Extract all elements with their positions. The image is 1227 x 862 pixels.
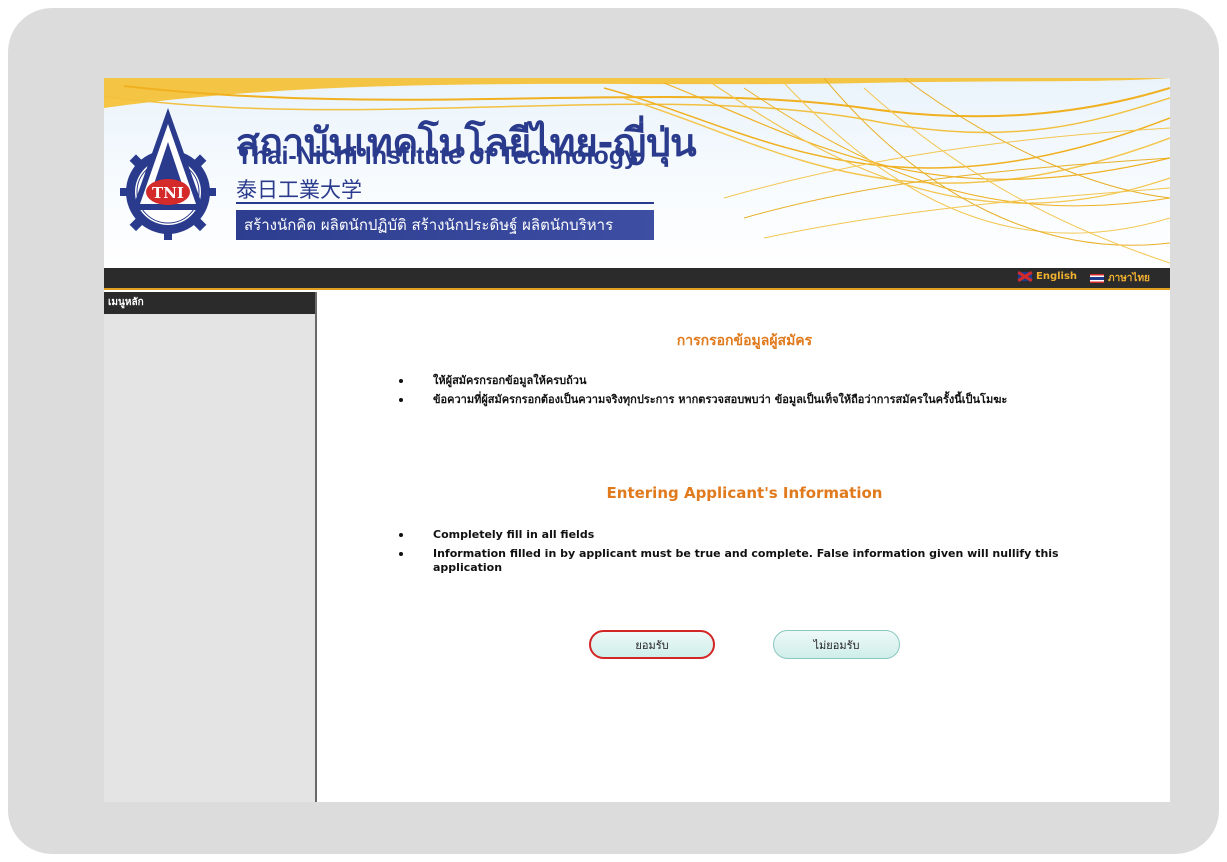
thai-label: ภาษาไทย bbox=[1108, 273, 1150, 284]
rules-list-english: Completely fill in all fields Informatio… bbox=[395, 528, 1075, 580]
thai-language-link[interactable]: ภาษาไทย bbox=[1090, 271, 1150, 286]
tni-logo-icon: TNI bbox=[120, 108, 216, 240]
header-banner: TNI สถาบันเทคโนโลยีไทย-ญี่ปุ่น Thai-Nich… bbox=[104, 78, 1170, 268]
page: TNI สถาบันเทคโนโลยีไทย-ญี่ปุ่น Thai-Nich… bbox=[104, 78, 1170, 802]
main-content: การกรอกข้อมูลผู้สมัคร ให้ผู้สมัครกรอกข้อ… bbox=[319, 292, 1170, 802]
heading-thai: การกรอกข้อมูลผู้สมัคร bbox=[676, 333, 813, 349]
rule-item: ข้อความที่ผู้สมัครกรอกต้องเป็นความจริงทุ… bbox=[395, 393, 1075, 407]
institute-name-english: Thai-Nichi Institute of Technology bbox=[237, 142, 638, 170]
rule-item: Information filled in by applicant must … bbox=[395, 547, 1075, 575]
english-language-link[interactable]: English bbox=[1018, 271, 1077, 282]
rules-list-thai: ให้ผู้สมัครกรอกข้อมูลให้ครบถ้วน ข้อความท… bbox=[395, 374, 1075, 412]
sidebar-title: เมนูหลัก bbox=[104, 292, 315, 314]
language-bar: English ภาษาไทย bbox=[104, 268, 1170, 290]
uk-flag-icon bbox=[1018, 272, 1032, 281]
sidebar: เมนูหลัก bbox=[104, 292, 317, 802]
rule-item: ให้ผู้สมัครกรอกข้อมูลให้ครบถ้วน bbox=[395, 374, 1075, 388]
heading-english: Entering Applicant's Information bbox=[606, 484, 883, 502]
institute-name-japanese: 泰日工業大学 bbox=[236, 178, 362, 202]
slogan: สร้างนักคิด ผลิตนักปฏิบัติ สร้างนักประดิ… bbox=[236, 210, 654, 240]
title-divider bbox=[236, 202, 654, 204]
rule-item: Completely fill in all fields bbox=[395, 528, 1075, 542]
thai-flag-icon bbox=[1090, 274, 1104, 283]
english-label: English bbox=[1036, 271, 1078, 282]
logo-text: TNI bbox=[152, 184, 184, 202]
decline-button[interactable]: ไม่ยอมรับ bbox=[773, 630, 900, 659]
accept-button[interactable]: ยอมรับ bbox=[589, 630, 715, 659]
